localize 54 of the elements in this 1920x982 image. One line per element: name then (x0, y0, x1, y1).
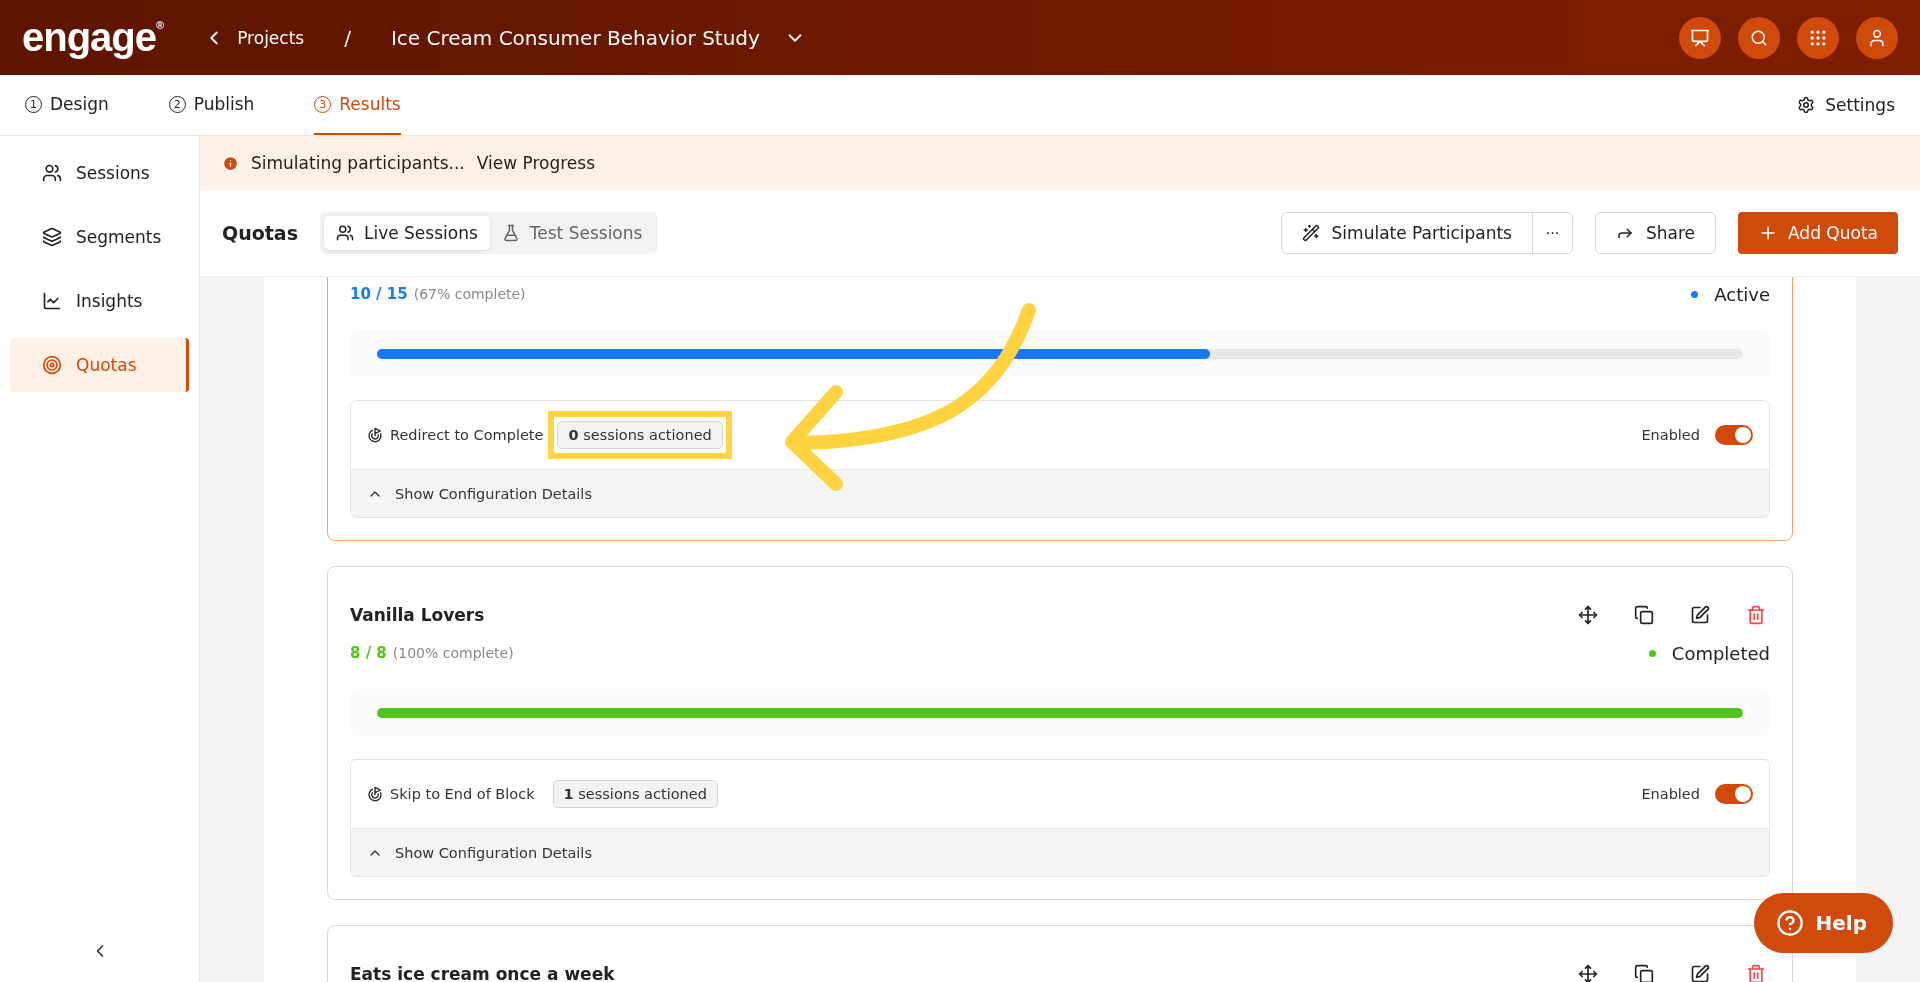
sessions-count: 0 sessions actioned (557, 421, 723, 449)
banner-text: Simulating participants... (251, 153, 465, 173)
users-icon (335, 224, 354, 242)
user-icon[interactable] (1856, 16, 1898, 59)
rule-label: Skip to End of Block (390, 786, 535, 802)
quota-status: Active (1714, 283, 1770, 305)
step-tab[interactable]: 1 Design (25, 75, 109, 135)
search-icon[interactable] (1738, 16, 1780, 59)
breadcrumb-separator: / (344, 25, 351, 50)
page-title: Quotas (222, 222, 298, 244)
more-button[interactable]: ··· (1531, 213, 1572, 253)
toggle-label: Enabled (1641, 786, 1700, 802)
sidebar-item[interactable]: Segments (10, 210, 189, 264)
grid-icon[interactable] (1797, 16, 1839, 59)
session-tab[interactable]: Live Sessions (323, 216, 490, 250)
quota-percent: (100% complete) (392, 645, 515, 661)
quota-percent: (67% complete) (413, 286, 527, 302)
back-link[interactable]: Projects (203, 26, 305, 49)
settings-link[interactable]: Settings (1797, 75, 1895, 135)
layers-icon (42, 227, 62, 247)
step-tab[interactable]: 2 Publish (168, 75, 255, 135)
project-title: Ice Cream Consumer Behavior Study (390, 25, 760, 50)
target-icon (367, 786, 383, 802)
toggle-switch[interactable] (1715, 784, 1753, 804)
quota-status: Completed (1671, 642, 1770, 664)
sidebar-item[interactable]: Quotas (10, 338, 189, 392)
toggle-label: Enabled (1641, 427, 1700, 443)
quota-count: 8 / 8 (350, 644, 387, 662)
presentation-icon[interactable] (1679, 16, 1721, 59)
view-progress-link[interactable]: View Progress (476, 153, 596, 173)
chart-icon (42, 291, 62, 311)
sidebar-item[interactable]: Sessions (10, 146, 189, 200)
magic-wand-icon (1301, 224, 1320, 242)
help-button[interactable]: Help (1753, 893, 1893, 953)
quota-title: Vanilla Lovers (350, 605, 486, 625)
flask-icon (501, 224, 520, 242)
toggle-switch[interactable] (1715, 425, 1753, 445)
details-toggle[interactable]: Show Configuration Details (351, 469, 1769, 517)
help-icon (1775, 909, 1804, 937)
target-icon (367, 427, 383, 443)
share-button[interactable]: Share (1594, 212, 1717, 254)
sidebar-item[interactable]: Insights (10, 274, 189, 328)
users-icon (42, 163, 62, 183)
quota-count: 10 / 15 (350, 285, 408, 303)
session-tab[interactable]: Test Sessions (489, 216, 655, 250)
info-icon (222, 154, 239, 172)
quota-title: Eats ice cream once a week (350, 964, 616, 982)
logo: engage® (22, 15, 164, 60)
details-toggle[interactable]: Show Configuration Details (351, 828, 1769, 876)
sessions-count: 1 sessions actioned (552, 780, 718, 808)
settings-icon (1797, 96, 1816, 114)
rule-label: Redirect to Complete (390, 427, 544, 443)
add-quota-button[interactable]: Add Quota (1738, 212, 1898, 254)
target-icon (42, 355, 62, 375)
